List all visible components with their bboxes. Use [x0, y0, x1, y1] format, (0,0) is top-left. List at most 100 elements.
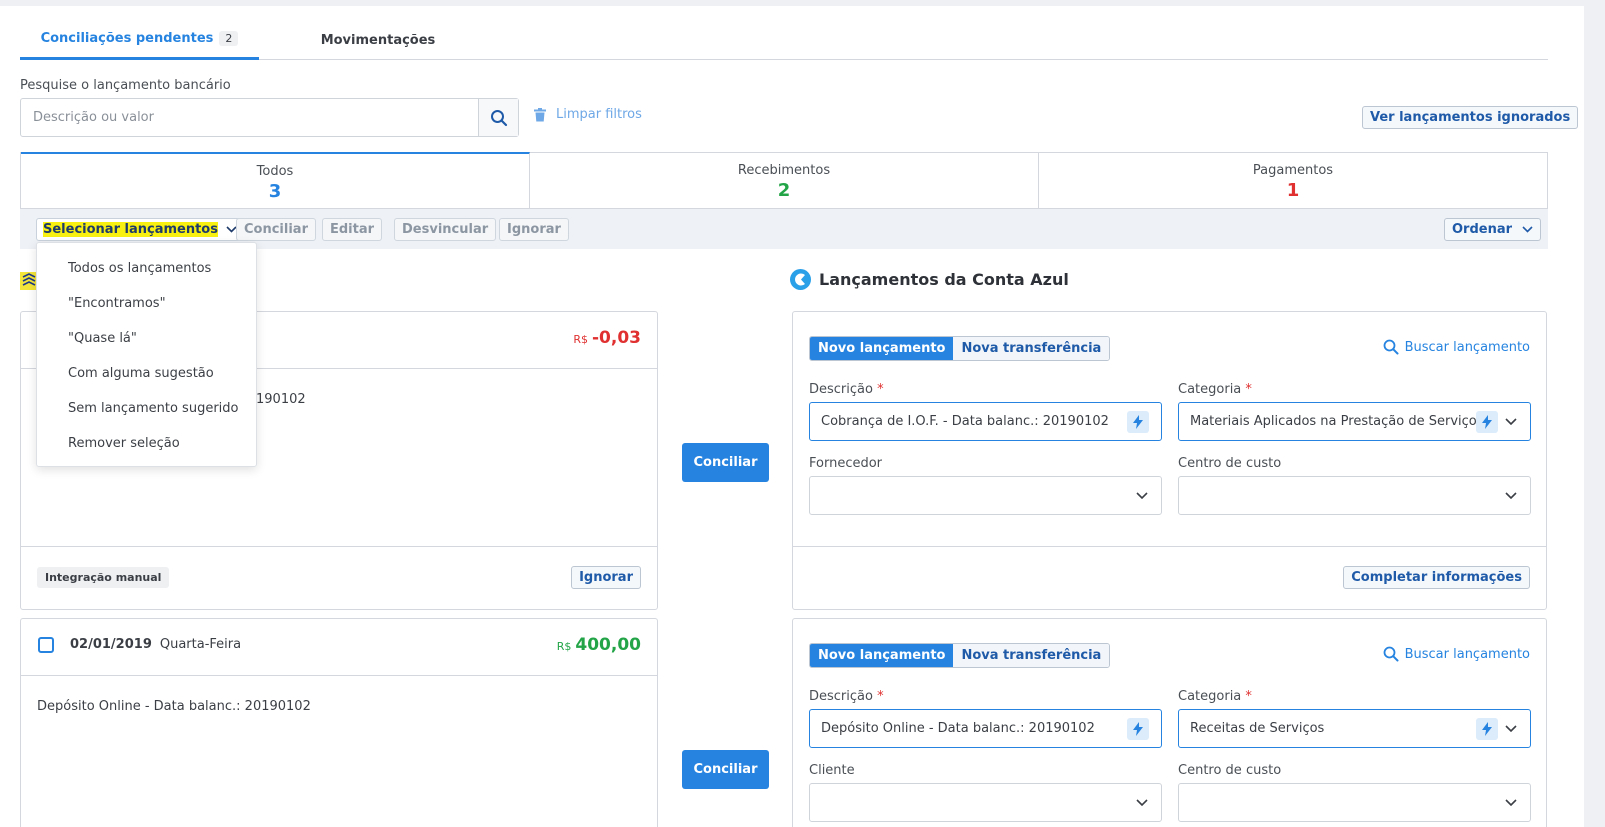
- search-icon: [1383, 646, 1399, 662]
- conta-azul-logo-icon: [790, 269, 811, 290]
- search-label: Pesquise o lançamento bancário: [20, 78, 231, 93]
- clear-filters-label: Limpar filtros: [556, 107, 642, 122]
- filter-tab-payments[interactable]: Pagamentos 1: [1039, 153, 1547, 208]
- search-box: [20, 98, 519, 137]
- currency-symbol: R$: [556, 640, 572, 653]
- bolt-icon: [1127, 410, 1149, 433]
- sort-button[interactable]: Ordenar: [1444, 218, 1542, 241]
- cost-center-select[interactable]: [1178, 783, 1531, 822]
- filter-tab-receipts[interactable]: Recebimentos 2: [530, 153, 1039, 208]
- new-transfer-option[interactable]: Nova transferência: [953, 337, 1110, 360]
- entry-checkbox[interactable]: [38, 637, 54, 653]
- entry-date: 02/01/2019 Quarta-Feira: [70, 637, 241, 652]
- bolt-icon: [1476, 717, 1498, 740]
- currency-symbol: R$: [573, 333, 588, 346]
- entry-type-toggle: Novo lançamento Nova transferência: [809, 336, 1111, 361]
- dropdown-item-all-entries[interactable]: Todos os lançamentos: [37, 251, 256, 286]
- supplier-select[interactable]: [809, 476, 1162, 515]
- unlink-action-button[interactable]: Desvincular: [394, 218, 497, 241]
- entry-weekday: Quarta-Feira: [159, 637, 242, 652]
- chevron-down-icon: [1504, 799, 1518, 806]
- description-field[interactable]: Cobrança de I.O.F. - Data balanc.: 20190…: [809, 402, 1162, 441]
- sort-label: Ordenar: [1452, 222, 1513, 237]
- tab-movements[interactable]: Movimentações: [290, 20, 466, 60]
- category-select[interactable]: Materiais Aplicados na Prestação de Serv…: [1178, 402, 1531, 441]
- bank-entry-amount: R$ 400,00: [557, 635, 641, 655]
- category-label: Categoria *: [1178, 689, 1252, 704]
- category-value: Receitas de Serviços: [1190, 721, 1325, 736]
- search-icon: [1383, 339, 1399, 355]
- find-entry-link[interactable]: Buscar lançamento: [1383, 339, 1530, 355]
- bolt-icon: [1127, 717, 1149, 740]
- filter-tabs: Todos 3 Recebimentos 2 Pagamentos 1: [20, 152, 1548, 209]
- dropdown-item-without-suggestion[interactable]: Sem lançamento sugerido: [37, 391, 256, 426]
- bolt-icon: [1476, 410, 1498, 433]
- cost-center-label: Centro de custo: [1178, 456, 1282, 471]
- filter-tab-label: Todos: [256, 164, 294, 179]
- category-value: Materiais Aplicados na Prestação de Serv…: [1190, 414, 1476, 429]
- conta-azul-header: Lançamentos da Conta Azul: [790, 269, 1069, 290]
- dropdown-item-found[interactable]: "Encontramos": [37, 286, 256, 321]
- description-value: Depósito Online - Data balanc.: 20190102: [821, 721, 1095, 736]
- page: Conciliações pendentes 2 Movimentações P…: [0, 6, 1584, 827]
- dropdown-item-with-suggestion[interactable]: Com alguma sugestão: [37, 356, 256, 391]
- entry-footer: Completar informações: [793, 546, 1546, 609]
- bank-entry-amount: R$ -0,03: [573, 328, 641, 348]
- reconcile-action-button[interactable]: Conciliar: [236, 218, 316, 241]
- search-input[interactable]: [21, 99, 478, 136]
- ignore-entry-button[interactable]: Ignorar: [571, 566, 641, 589]
- entry-date-value: 02/01/2019: [70, 637, 152, 652]
- cost-center-select[interactable]: [1178, 476, 1531, 515]
- find-entry-label: Buscar lançamento: [1404, 646, 1530, 662]
- chevron-down-icon: [1504, 492, 1518, 499]
- tab-pending-reconciliations[interactable]: Conciliações pendentes 2: [20, 20, 259, 60]
- description-label: Descrição *: [809, 382, 884, 397]
- client-select[interactable]: [809, 783, 1162, 822]
- description-label: Descrição *: [809, 689, 884, 704]
- bank-entry-description: Depósito Online - Data balanc.: 20190102: [37, 699, 311, 714]
- integration-tag: Integração manual: [37, 567, 170, 588]
- edit-action-button[interactable]: Editar: [322, 218, 383, 241]
- search-button[interactable]: [478, 99, 518, 136]
- select-entries-button[interactable]: Selecionar lançamentos: [36, 218, 244, 241]
- bank-entry-description: 190102: [256, 392, 306, 407]
- filter-tab-all[interactable]: Todos 3: [21, 152, 530, 208]
- complete-info-button[interactable]: Completar informações: [1343, 566, 1530, 589]
- conta-azul-entry-card: Novo lançamento Nova transferência Busca…: [792, 618, 1547, 827]
- client-label: Cliente: [809, 763, 855, 778]
- tab-movements-label: Movimentações: [320, 32, 436, 48]
- trash-icon: [534, 107, 546, 121]
- filter-tab-count: 3: [268, 181, 282, 202]
- bank-entry-footer: Integração manual Ignorar: [21, 546, 657, 609]
- supplier-label: Fornecedor: [809, 456, 883, 471]
- dropdown-item-remove-selection[interactable]: Remover seleção: [37, 426, 256, 461]
- find-entry-link[interactable]: Buscar lançamento: [1383, 646, 1530, 662]
- category-label: Categoria *: [1178, 382, 1252, 397]
- amount-value: -0,03: [592, 328, 641, 348]
- filter-tab-label: Pagamentos: [1252, 163, 1334, 178]
- dropdown-item-almost-there[interactable]: "Quase lá": [37, 321, 256, 356]
- new-entry-option[interactable]: Novo lançamento: [810, 644, 954, 667]
- chevron-down-icon: [1135, 799, 1149, 806]
- amount-value: 400,00: [575, 635, 641, 655]
- view-ignored-button[interactable]: Ver lançamentos ignorados: [1362, 106, 1579, 129]
- reconcile-button[interactable]: Conciliar: [682, 750, 769, 789]
- search-icon: [490, 109, 507, 126]
- pending-count-badge: 2: [219, 31, 239, 46]
- top-tabs: Conciliações pendentes 2 Movimentações: [20, 20, 1548, 60]
- chevron-down-icon: [1504, 725, 1518, 732]
- chevron-down-icon: [1504, 418, 1518, 425]
- clear-filters-link[interactable]: Limpar filtros: [534, 107, 642, 122]
- bank-entry-header: 02/01/2019 Quarta-Feira R$ 400,00: [21, 619, 657, 676]
- select-entries-dropdown: Todos os lançamentos "Encontramos" "Quas…: [36, 242, 257, 467]
- conta-azul-title: Lançamentos da Conta Azul: [819, 270, 1069, 289]
- description-field[interactable]: Depósito Online - Data balanc.: 20190102: [809, 709, 1162, 748]
- new-transfer-option[interactable]: Nova transferência: [953, 644, 1110, 667]
- category-select[interactable]: Receitas de Serviços: [1178, 709, 1531, 748]
- chevron-down-icon: [1135, 492, 1149, 499]
- filter-tab-label: Recebimentos: [737, 163, 831, 178]
- ignore-action-button[interactable]: Ignorar: [499, 218, 569, 241]
- chevron-down-icon: [1522, 226, 1533, 233]
- new-entry-option[interactable]: Novo lançamento: [810, 337, 954, 360]
- reconcile-button[interactable]: Conciliar: [682, 443, 769, 482]
